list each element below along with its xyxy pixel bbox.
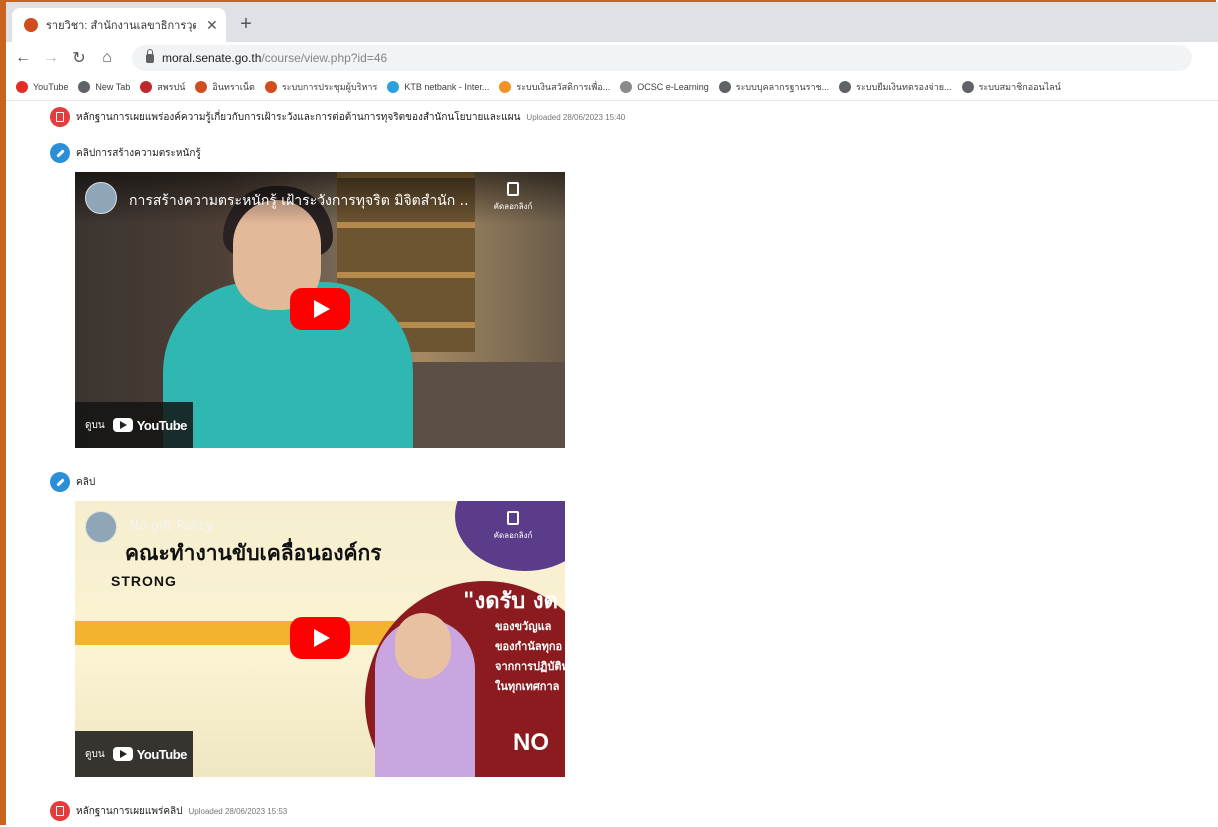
- upload-date: Uploaded 28/06/2023 15:40: [526, 112, 626, 122]
- bookmark-label: KTB netbank - Inter...: [404, 82, 490, 92]
- bookmark-item[interactable]: ระบบบุคลากรฐานราช...: [718, 80, 830, 94]
- bookmark-favicon-icon: [718, 81, 731, 93]
- bookmark-label: ระบบสมาชิกออนไลน์: [978, 82, 1061, 92]
- channel-avatar[interactable]: [85, 182, 117, 214]
- activity-link[interactable]: คลิปการสร้างความตระหนักรู้: [76, 146, 201, 161]
- bookmark-item[interactable]: YouTube: [16, 81, 68, 93]
- bookmark-item[interactable]: KTB netbank - Inter...: [387, 81, 489, 93]
- youtube-logo-icon: [112, 418, 133, 432]
- thumbnail-line: ของขวัญแล: [495, 620, 552, 633]
- bookmark-label: ระบบยืมเงินทดรองจ่าย...: [856, 82, 952, 92]
- video-thumbnail-desk: [405, 362, 565, 448]
- copy-link-button[interactable]: คัดลอกลิงก์: [483, 182, 543, 213]
- copy-link-label: คัดลอกลิงก์: [493, 202, 533, 211]
- upload-date: Uploaded 28/06/2023 15:53: [188, 806, 288, 816]
- url-host: moral.senate.go.th: [162, 51, 262, 65]
- copy-icon: [507, 511, 519, 525]
- bookmark-favicon-icon: [195, 81, 208, 93]
- youtube-brand-text: YouTube: [136, 746, 188, 762]
- course-content: หลักฐานการเผยแพร่องค์ความรู้เกี่ยวกับการ…: [6, 101, 1218, 825]
- channel-avatar[interactable]: [85, 511, 117, 543]
- url-link-icon: [50, 472, 70, 492]
- bookmark-favicon-icon: [839, 81, 852, 93]
- pdf-file-icon: [50, 801, 70, 821]
- copy-link-label: คัดลอกลิงก์: [493, 531, 533, 540]
- thumbnail-quote: "งดรับ งด: [463, 589, 558, 614]
- forward-arrow-icon[interactable]: →: [40, 47, 62, 69]
- bookmark-favicon-icon: [499, 81, 512, 93]
- activity-link[interactable]: หลักฐานการเผยแพร่องค์ความรู้เกี่ยวกับการ…: [76, 110, 520, 125]
- play-button-icon[interactable]: [290, 617, 350, 659]
- thumbnail-no-text: NO: [513, 729, 549, 756]
- activity-link[interactable]: คลิป: [76, 475, 95, 490]
- home-icon[interactable]: ⌂: [96, 47, 118, 69]
- reload-icon[interactable]: ↻: [68, 47, 90, 69]
- bookmark-favicon-icon: [140, 81, 153, 93]
- bookmark-item[interactable]: New Tab: [78, 81, 130, 93]
- youtube-brand-text: YouTube: [136, 417, 188, 433]
- thumbnail-line: ในทุกเทศกาล: [495, 680, 560, 693]
- play-button-icon[interactable]: [290, 288, 350, 330]
- bookmarks-bar: YouTube New Tab สพรปน์ อินทราเน็ต ระบบการประ…: [6, 74, 1218, 101]
- watch-on-youtube-button[interactable]: ดูบน YouTube: [75, 402, 193, 448]
- video-title[interactable]: การสร้างความตระหนักรู้ เฝ้าระวังการทุจริ…: [129, 190, 469, 212]
- watch-on-youtube-button[interactable]: ดูบน YouTube: [75, 731, 193, 777]
- tab-strip: รายวิชา: สำนักงานเลขาธิการวุฒิสภา ✕ +: [6, 2, 1218, 42]
- bookmark-item[interactable]: OCSC e-Learning: [620, 81, 709, 93]
- bookmark-item[interactable]: ระบบยืมเงินทดรองจ่าย...: [839, 80, 952, 94]
- youtube-embed-2[interactable]: คณะทำงานขับเคลื่อนองค์กร STRONG "งดรับ ง…: [75, 501, 565, 777]
- address-bar[interactable]: moral.senate.go.th /course/view.php?id=4…: [132, 45, 1192, 71]
- bookmark-favicon-icon: [264, 81, 277, 93]
- youtube-logo-icon: [112, 747, 133, 761]
- activity-item-clip[interactable]: คลิป: [50, 472, 95, 492]
- bookmark-label: OCSC e-Learning: [637, 82, 709, 92]
- url-link-icon: [50, 143, 70, 163]
- bookmark-item[interactable]: ระบบการประชุมผู้บริหาร: [264, 80, 378, 94]
- new-tab-icon[interactable]: +: [234, 12, 258, 36]
- watch-on-label: ดูบน: [85, 419, 105, 431]
- thumbnail-line: ของกำนัลทุกอ: [495, 640, 563, 653]
- watch-on-label: ดูบน: [85, 748, 105, 760]
- video-title[interactable]: No gift Policy: [129, 519, 214, 534]
- copy-icon: [507, 182, 519, 196]
- video-thumbnail-stripe: [75, 621, 405, 645]
- copy-link-button[interactable]: คัดลอกลิงก์: [483, 511, 543, 542]
- bookmark-item[interactable]: อินทราเน็ต: [195, 80, 255, 94]
- bookmark-label: New Tab: [95, 82, 131, 92]
- bookmark-item[interactable]: สพรปน์: [140, 80, 185, 94]
- bookmark-favicon-icon: [961, 81, 974, 93]
- activity-item-pdf-clip-evidence[interactable]: หลักฐานการเผยแพร่คลิป Uploaded 28/06/202…: [50, 801, 287, 821]
- activity-link[interactable]: หลักฐานการเผยแพร่คลิป: [76, 804, 183, 819]
- close-tab-icon[interactable]: ✕: [206, 17, 218, 34]
- bookmark-favicon-icon: [387, 81, 400, 93]
- video-thumbnail-face: [395, 613, 451, 679]
- bookmark-favicon-icon: [16, 81, 28, 93]
- youtube-embed-1[interactable]: การสร้างความตระหนักรู้ เฝ้าระวังการทุจริ…: [75, 172, 565, 448]
- url-path: /course/view.php?id=46: [261, 51, 388, 65]
- bookmark-favicon-icon: [78, 81, 91, 93]
- back-arrow-icon[interactable]: ←: [12, 47, 34, 69]
- bookmark-favicon-icon: [620, 81, 633, 93]
- bookmark-label: ระบบการประชุมผู้บริหาร: [281, 82, 378, 92]
- browser-toolbar: ← → ↻ ⌂ moral.senate.go.th /course/view.…: [6, 42, 1218, 74]
- thumbnail-line: จากการปฏิบัติห: [495, 660, 565, 673]
- browser-tab[interactable]: รายวิชา: สำนักงานเลขาธิการวุฒิสภา ✕: [12, 8, 226, 42]
- bookmark-label: ระบบบุคลากรฐานราช...: [735, 82, 830, 92]
- lock-icon: [146, 48, 154, 63]
- pdf-file-icon: [50, 107, 70, 127]
- bookmark-item[interactable]: ระบบสมาชิกออนไลน์: [961, 80, 1061, 94]
- thumbnail-heading: คณะทำงานขับเคลื่อนองค์กร: [125, 541, 382, 565]
- site-favicon-icon: [24, 18, 38, 32]
- bookmark-item[interactable]: ระบบเงินสวัสดิการเพื่อ...: [499, 80, 610, 94]
- tab-title: รายวิชา: สำนักงานเลขาธิการวุฒิสภา: [46, 20, 196, 32]
- bookmark-label: สพรปน์: [157, 82, 186, 92]
- activity-item-pdf-evidence[interactable]: หลักฐานการเผยแพร่องค์ความรู้เกี่ยวกับการ…: [50, 107, 625, 127]
- bookmark-label: อินทราเน็ต: [212, 82, 255, 92]
- activity-item-awareness-clip[interactable]: คลิปการสร้างความตระหนักรู้: [50, 143, 201, 163]
- bookmark-label: YouTube: [33, 82, 69, 92]
- thumbnail-strong-text: STRONG: [111, 573, 177, 589]
- bookmark-label: ระบบเงินสวัสดิการเพื่อ...: [516, 82, 611, 92]
